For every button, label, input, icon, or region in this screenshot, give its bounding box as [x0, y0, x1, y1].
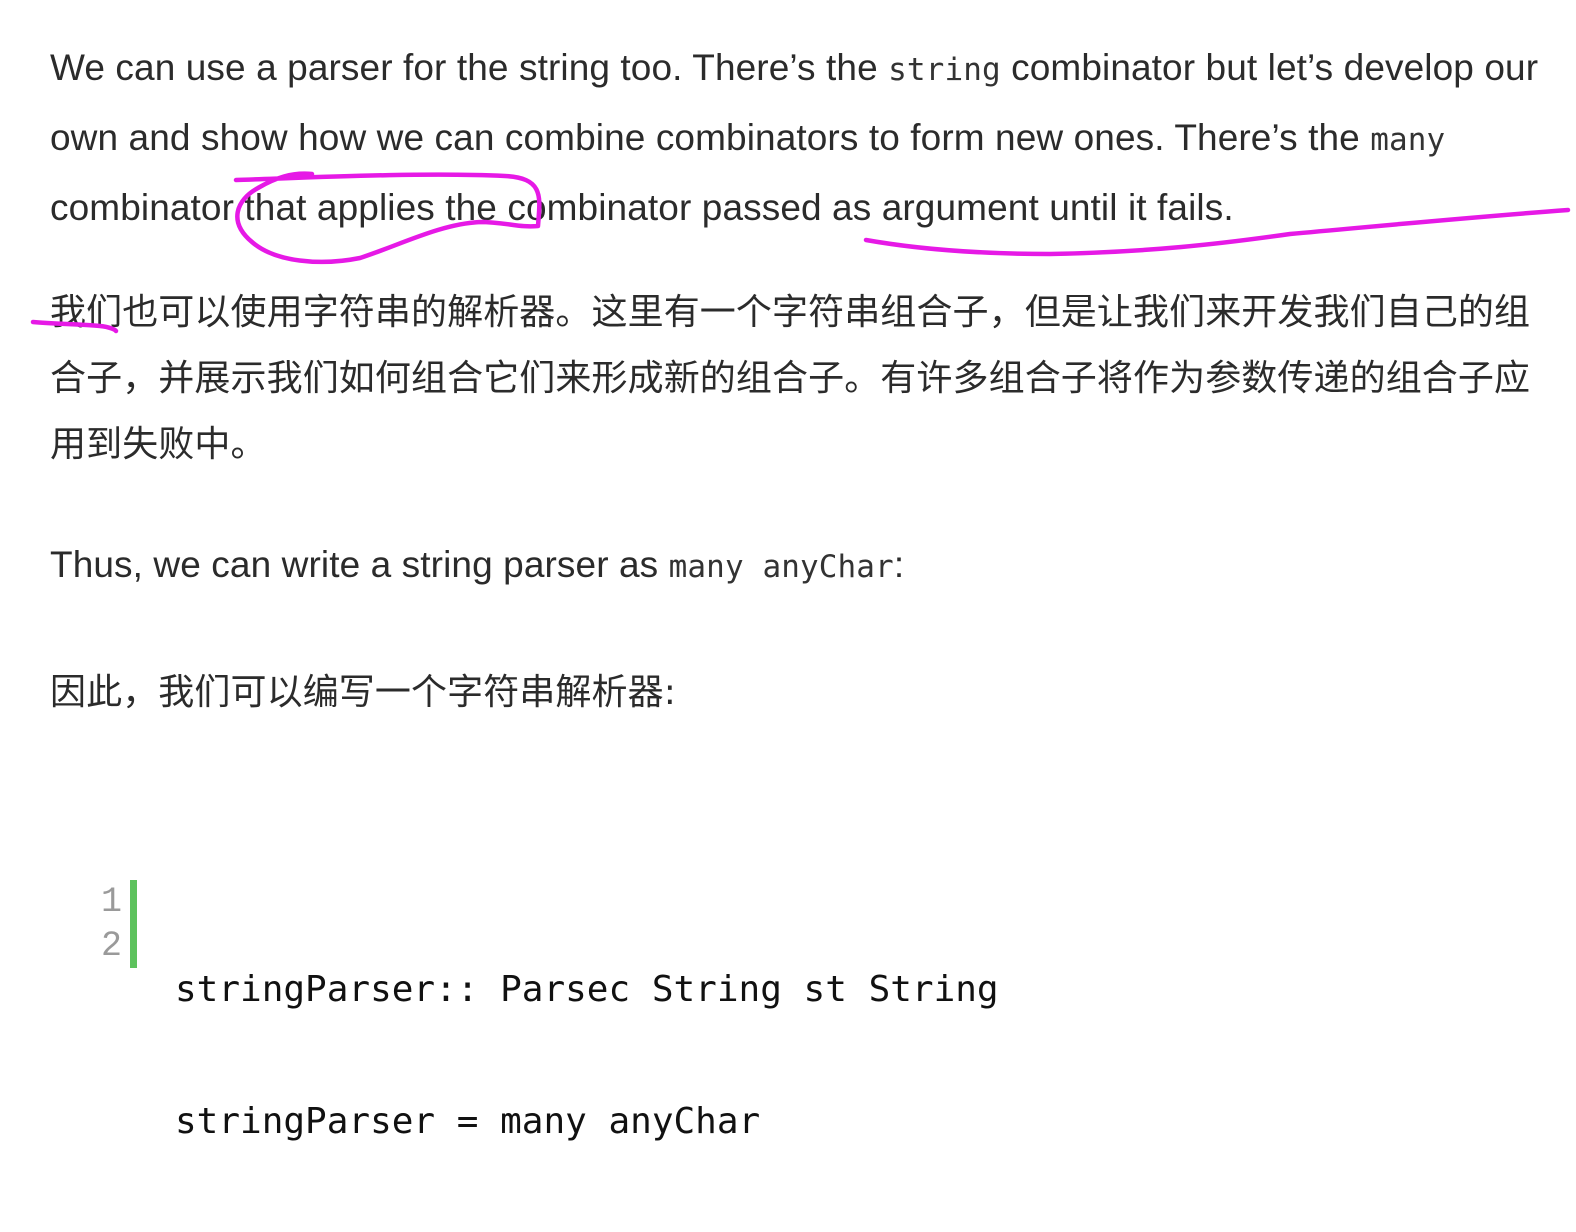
paragraph-text: combinator that applies the combinator p… [50, 187, 1234, 228]
paragraph-text: : [893, 544, 905, 585]
inline-code-many: many [1370, 122, 1446, 158]
paragraph-chinese-1: 我们也可以使用字符串的解析器。这里有一个字符串组合子，但是让我们来开发我们自己的… [50, 292, 1531, 465]
code-block: 1 2 stringParser:: Parsec String st Stri… [80, 880, 999, 1232]
code-line: stringParser:: Parsec String st String [175, 969, 999, 1010]
paragraph-chinese-2: 因此，我们可以编写一个字符串解析器: [50, 672, 676, 713]
paragraph-text: We can use a parser for the string too. … [50, 47, 889, 88]
inline-code-many-anychar: many anyChar [668, 549, 894, 585]
line-number-gutter: 1 2 [80, 880, 130, 1232]
line-number: 2 [100, 926, 122, 966]
line-number: 1 [100, 882, 122, 922]
paragraph-english-1: We can use a parser for the string too. … [50, 34, 1540, 241]
code-lines: stringParser:: Parsec String st String s… [175, 880, 999, 1232]
inline-code-string: string [888, 52, 1001, 88]
paragraph-english-2: Thus, we can write a string parser as ma… [50, 531, 1540, 601]
code-line: stringParser = many anyChar [175, 1101, 761, 1142]
paragraph-text: Thus, we can write a string parser as [50, 544, 669, 585]
article-body: We can use a parser for the string too. … [50, 34, 1540, 726]
code-gutter-bar [130, 880, 137, 968]
